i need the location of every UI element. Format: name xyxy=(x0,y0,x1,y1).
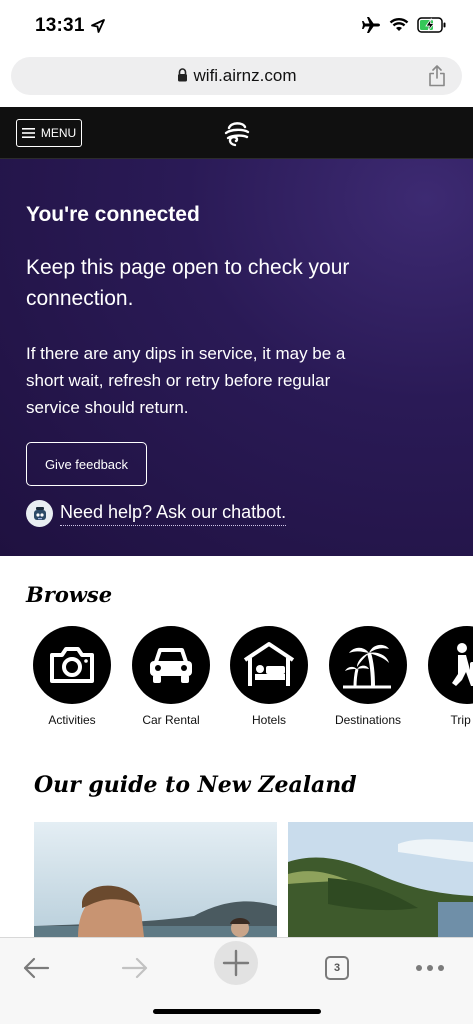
airplane-icon xyxy=(362,17,380,33)
browse-item-trip-ideas[interactable]: Trip id xyxy=(418,626,473,727)
status-bar: 13:31 xyxy=(0,0,473,52)
status-time: 13:31 xyxy=(35,15,85,36)
more-menu-button[interactable] xyxy=(408,946,452,990)
hero-body: If there are any dips in service, it may… xyxy=(26,344,346,417)
battery-charging-icon xyxy=(417,17,446,33)
browse-carousel[interactable]: Activities Car Rental Hotels Destination… xyxy=(33,626,473,736)
chatbot-link[interactable]: Need help? Ask our chatbot. xyxy=(60,502,287,526)
guide-carousel[interactable] xyxy=(34,822,473,937)
car-icon xyxy=(150,648,192,683)
new-tab-button[interactable] xyxy=(214,941,258,985)
guide-card-photo[interactable] xyxy=(34,822,277,937)
browse-label: Hotels xyxy=(251,713,286,727)
arrow-right-icon xyxy=(121,957,148,979)
hero-lead: Keep this page open to check your connec… xyxy=(26,256,350,310)
chatbot-avatar-icon xyxy=(26,500,53,527)
browse-label: Trip id xyxy=(450,713,473,727)
browse-item-destinations[interactable]: Destinations xyxy=(319,626,417,727)
tab-count: 3 xyxy=(325,956,349,980)
connection-hero: You're connected Keep this page open to … xyxy=(0,159,473,556)
guide-card-landscape[interactable] xyxy=(288,822,473,937)
home-indicator[interactable] xyxy=(153,1009,321,1014)
browse-heading: Browse xyxy=(26,582,113,607)
browse-item-activities[interactable]: Activities xyxy=(33,626,121,727)
ellipsis-icon xyxy=(416,965,444,971)
menu-label: MENU xyxy=(40,126,77,140)
browse-label: Destinations xyxy=(334,713,402,727)
site-header: MENU xyxy=(0,107,473,159)
arrow-left-icon xyxy=(23,957,50,979)
forward-button[interactable] xyxy=(113,946,157,990)
hero-title: You're connected xyxy=(26,203,200,226)
back-button[interactable] xyxy=(14,946,58,990)
camera-icon xyxy=(50,647,94,683)
share-icon[interactable] xyxy=(428,65,446,87)
koru-logo-icon[interactable] xyxy=(223,119,251,147)
lock-icon xyxy=(177,68,187,82)
hotel-bed-icon xyxy=(243,642,295,686)
url-text: wifi.airnz.com xyxy=(193,66,297,85)
chatbot-link-row[interactable]: Need help? Ask our chatbot. xyxy=(26,500,287,527)
browse-label: Activities xyxy=(48,713,96,727)
menu-button[interactable]: MENU xyxy=(16,119,82,147)
hamburger-icon xyxy=(21,128,35,138)
traveller-icon xyxy=(452,643,473,686)
url-bar[interactable]: wifi.airnz.com xyxy=(11,57,462,95)
guide-heading: Our guide to New Zealand xyxy=(34,772,357,798)
wifi-icon xyxy=(389,18,409,31)
give-feedback-button[interactable]: Give feedback xyxy=(26,442,147,486)
browse-label: Car Rental xyxy=(142,713,200,727)
palm-trees-icon xyxy=(343,644,391,689)
tabs-button[interactable]: 3 xyxy=(315,946,359,990)
browse-item-car-rental[interactable]: Car Rental xyxy=(122,626,220,727)
location-arrow-icon xyxy=(91,19,105,33)
browse-item-hotels[interactable]: Hotels xyxy=(220,626,318,727)
plus-icon xyxy=(222,949,250,977)
guide-photo-coast-icon xyxy=(288,822,473,937)
guide-photo-people-icon xyxy=(34,822,277,937)
